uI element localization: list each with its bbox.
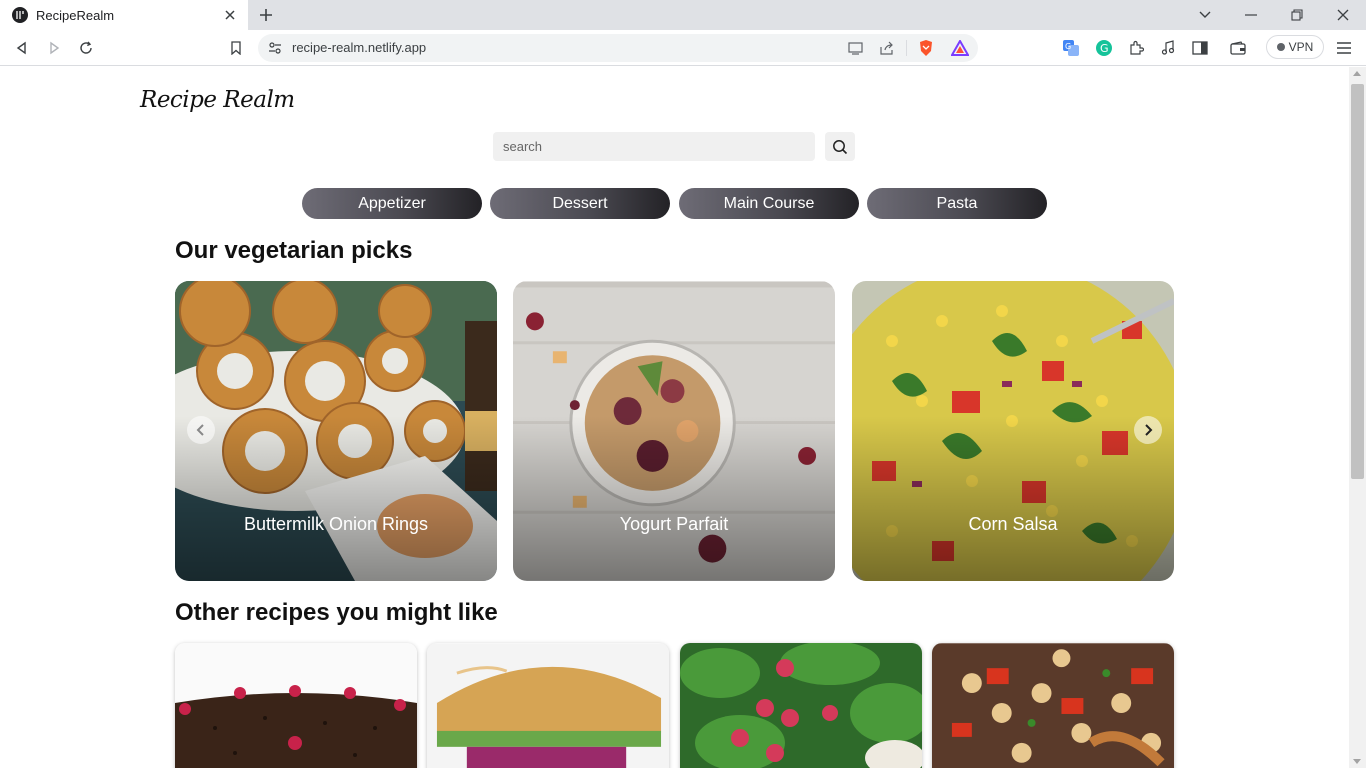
site-logo[interactable]: Recipe Realm	[140, 87, 295, 113]
url-text: recipe-realm.netlify.app	[292, 40, 427, 55]
other-recipes-section-title: Other recipes you might like	[175, 599, 498, 626]
bookmark-icon[interactable]	[226, 38, 246, 58]
forward-icon[interactable]	[44, 38, 64, 58]
vpn-label: VPN	[1288, 40, 1314, 54]
scroll-down-icon[interactable]	[1353, 759, 1361, 764]
search-icon	[833, 139, 848, 154]
recipe-card-chocolate-cake[interactable]	[175, 643, 417, 768]
brave-rewards-icon[interactable]	[951, 40, 969, 56]
card-overlay	[513, 281, 835, 581]
site-settings-icon[interactable]	[268, 41, 282, 55]
page-content: Recipe Realm Appetizer Dessert Main Cour…	[0, 67, 1349, 768]
scrollbar-thumb[interactable]	[1351, 84, 1364, 479]
vegetarian-section-title: Our vegetarian picks	[175, 237, 413, 264]
svg-text:G: G	[1065, 42, 1071, 51]
minimize-icon[interactable]	[1228, 0, 1274, 30]
restore-icon[interactable]	[1274, 0, 1320, 30]
spinach-salad-image	[680, 643, 922, 768]
close-tab-icon[interactable]	[222, 7, 238, 23]
recipe-card-corn-salsa[interactable]: Corn Salsa	[852, 281, 1174, 581]
recipe-card-pasta[interactable]	[932, 643, 1174, 768]
grammarly-icon[interactable]: G	[1094, 38, 1114, 58]
address-bar[interactable]: recipe-realm.netlify.app	[258, 34, 978, 62]
search-input[interactable]	[493, 132, 815, 161]
chevron-left-icon	[196, 424, 204, 436]
pasta-image	[932, 643, 1174, 768]
recipe-card-sandwich[interactable]	[427, 643, 669, 768]
category-dessert[interactable]: Dessert	[490, 188, 670, 219]
page-scrollbar[interactable]	[1349, 67, 1366, 768]
carousel-prev-button[interactable]	[187, 416, 215, 444]
recipe-card-spinach-salad[interactable]	[680, 643, 922, 768]
vpn-button[interactable]: VPN	[1266, 35, 1324, 59]
vpn-status-icon	[1276, 43, 1285, 51]
category-pasta[interactable]: Pasta	[867, 188, 1047, 219]
new-tab-icon[interactable]	[256, 5, 276, 25]
wallet-icon[interactable]	[1228, 38, 1248, 58]
close-window-icon[interactable]	[1320, 0, 1366, 30]
card-overlay	[852, 281, 1174, 581]
media-icon[interactable]	[1158, 38, 1178, 58]
browser-tab-strip: RecipeRealm	[0, 0, 1366, 30]
card-title: Buttermilk Onion Rings	[243, 514, 429, 534]
sidebar-icon[interactable]	[1190, 38, 1210, 58]
extensions-icon[interactable]	[1126, 38, 1146, 58]
chevron-right-icon	[1145, 424, 1153, 436]
search-button[interactable]	[825, 132, 855, 161]
recipe-card-onion-rings[interactable]: Buttermilk Onion Rings	[175, 281, 497, 581]
menu-icon[interactable]	[1334, 38, 1354, 58]
category-appetizer[interactable]: Appetizer	[302, 188, 482, 219]
site-favicon-icon	[12, 7, 28, 23]
scroll-up-icon[interactable]	[1353, 71, 1361, 76]
cast-icon[interactable]	[848, 41, 864, 55]
back-icon[interactable]	[12, 38, 32, 58]
brave-shields-icon[interactable]	[918, 39, 934, 57]
tab-search-icon[interactable]	[1182, 0, 1228, 30]
chocolate-cake-image	[175, 643, 417, 768]
share-icon[interactable]	[879, 41, 895, 55]
category-main-course[interactable]: Main Course	[679, 188, 859, 219]
card-title: Corn Salsa	[968, 514, 1058, 534]
sandwich-image	[427, 643, 669, 768]
browser-toolbar: recipe-realm.netlify.app G G VPN	[0, 30, 1366, 66]
recipe-card-yogurt-parfait[interactable]: Yogurt Parfait	[513, 281, 835, 581]
translate-icon[interactable]: G	[1061, 38, 1081, 58]
tab-title: RecipeRealm	[36, 7, 115, 23]
divider	[906, 40, 907, 56]
card-title: Yogurt Parfait	[619, 514, 729, 534]
browser-tab[interactable]: RecipeRealm	[0, 0, 248, 30]
reload-icon[interactable]	[76, 38, 96, 58]
card-overlay	[175, 281, 497, 581]
svg-text:G: G	[1100, 42, 1109, 55]
carousel-next-button[interactable]	[1134, 416, 1162, 444]
